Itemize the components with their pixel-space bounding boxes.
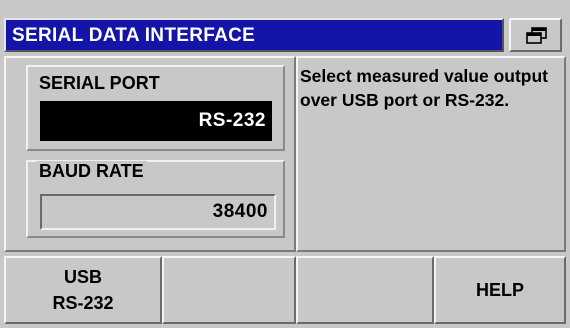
softkey-label-line1: HELP — [475, 280, 524, 300]
softkey-2[interactable] — [162, 256, 296, 324]
window-switch-button[interactable] — [509, 18, 562, 52]
page-title: SERIAL DATA INTERFACE — [12, 25, 256, 46]
softkey-label-line2: RS-232 — [52, 293, 114, 313]
softkey-usb-rs232[interactable]: USB RS-232 — [4, 256, 162, 324]
title-bar: SERIAL DATA INTERFACE — [4, 18, 504, 52]
help-text: Select measured value output over USB po… — [300, 66, 548, 110]
serial-port-field[interactable]: RS-232 — [40, 101, 272, 141]
softkey-help[interactable]: HELP — [434, 256, 566, 324]
baud-rate-field[interactable]: 38400 — [40, 194, 276, 230]
softkey-3[interactable] — [296, 256, 434, 324]
screen: SERIAL DATA INTERFACE SERIAL PORT RS-232… — [0, 0, 570, 328]
window-switch-icon — [526, 27, 547, 44]
softkey-label-line1: USB — [63, 267, 102, 287]
serial-port-label: SERIAL PORT — [36, 73, 163, 94]
baud-rate-label: BAUD RATE — [36, 161, 147, 182]
